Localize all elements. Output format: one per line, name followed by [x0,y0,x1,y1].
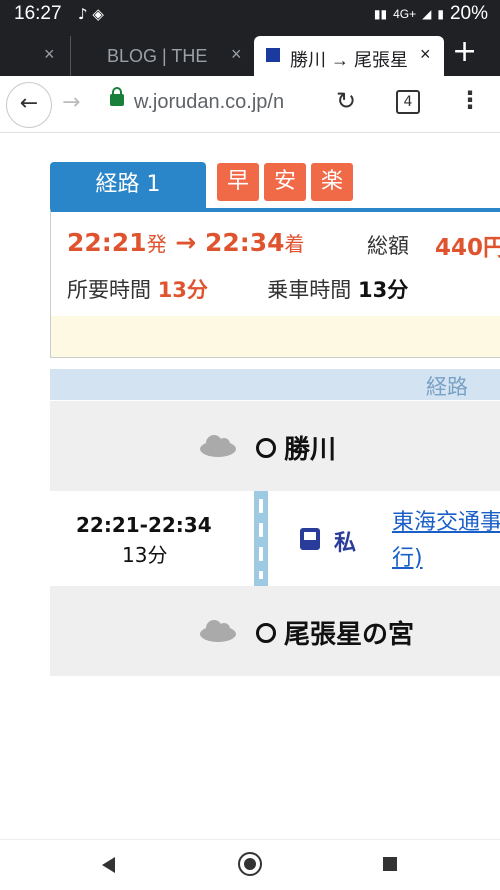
forward-arrow-icon[interactable]: → [62,90,80,115]
route-section-header: 経路 [50,369,500,400]
notification-icons: ♪ ◈ [78,5,104,23]
reload-icon[interactable]: ↻ [336,87,356,115]
station-marker-icon [256,438,276,458]
route-tab[interactable]: 経路 1 [50,162,206,208]
battery-level: 20% [449,3,488,24]
arrow-icon: → [175,228,197,257]
route-badges: 早 安 楽 [217,163,353,201]
total-label: 総額 [367,234,409,258]
nav-back-icon[interactable] [102,857,115,873]
badge-cheap: 安 [264,163,306,201]
segment-duration: 13分 [122,543,168,567]
depart-time: 22:21 [67,228,147,257]
station-marker-icon [256,623,276,643]
station-from[interactable]: 勝川 [50,401,500,491]
status-right: ▮▮ 4G+ ◢ ▮ 20% [374,3,488,25]
network-type: 4G+ [393,7,417,21]
battery-icon: ▮ [437,7,444,21]
tab-active[interactable]: 勝川 → 尾張星 × [254,36,444,76]
badge-easy: 楽 [311,163,353,201]
back-arrow-icon[interactable]: ← [6,82,52,128]
lock-icon [110,87,124,106]
tab-title: 勝川 → 尾張星 [290,50,409,70]
status-bar: 16:27 ♪ ◈ ▮▮ 4G+ ◢ ▮ 20% [0,0,500,32]
depart-suffix: 発 [146,232,167,256]
wifi-icon: ◢ [422,7,432,21]
ride-label: 乗車時間 [267,278,352,302]
tab-strip: × BLOG | THE × 勝川 → 尾張星 × + [0,32,500,76]
badge-fast: 早 [217,163,259,201]
segment-times: 22:21-22:34 [76,513,212,537]
arrive-suffix: 着 [284,232,305,256]
favicon-icon [266,48,280,62]
tab-count-button[interactable]: 4 [396,90,420,114]
tab-title: BLOG | THE [107,46,208,66]
station-name[interactable]: 勝川 [284,429,336,466]
duration-value: 13分 [157,278,208,302]
line-name-link[interactable]: 東海交通事 行) [392,505,500,577]
new-tab-icon[interactable]: + [452,34,477,69]
arrive-time: 22:34 [204,228,285,257]
cloud-icon [200,435,236,457]
section-label: 経路 [426,375,468,399]
summary-note-area [51,316,500,357]
close-icon[interactable]: × [44,44,55,65]
train-icon [300,528,320,550]
close-icon[interactable]: × [420,44,431,65]
close-icon[interactable]: × [231,44,242,65]
route-summary: 22:21発 → 22:34着 総額 440円 所要時間 13分 乗車時間 13… [50,208,500,358]
browser-toolbar: ← → w.jorudan.co.jp/n ↻ 4 ⋮ [0,76,500,133]
total-fare: 440円 [435,235,500,261]
system-nav-bar [0,839,500,890]
time-row: 22:21発 → 22:34着 総額 440円 [67,228,500,261]
signal-icon: ▮▮ [373,7,388,21]
tab-0[interactable]: × [0,36,70,76]
menu-icon[interactable]: ⋮ [458,86,482,114]
nav-home-icon[interactable] [238,852,262,876]
station-to[interactable]: 尾張星の宮 [50,586,500,676]
tab-1[interactable]: BLOG | THE × [70,36,251,76]
cloud-icon [200,620,236,642]
ride-segment: 22:21-22:34 13分 私 東海交通事 行) [50,491,500,586]
duration-label: 所要時間 [67,278,151,302]
nav-recents-icon[interactable] [383,857,397,871]
route-line [254,491,268,586]
private-rail-label: 私 [334,531,357,556]
ride-value: 13分 [357,278,409,302]
status-time: 16:27 [14,3,62,24]
url-bar[interactable]: w.jorudan.co.jp/n [134,91,320,114]
duration-row: 所要時間 13分 乗車時間 13分 [67,274,408,304]
station-name[interactable]: 尾張星の宮 [284,614,414,651]
